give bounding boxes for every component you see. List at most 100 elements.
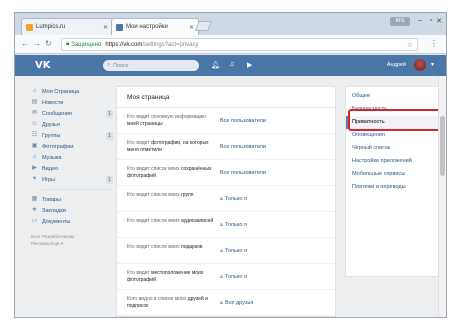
tab-settings[interactable]: Мои настройки ✕ (111, 18, 199, 35)
groups-icon: ☷ (31, 132, 38, 138)
privacy-row: Кто видит список моих групп 🔒︎ Только я (117, 186, 335, 212)
privacy-dropdown[interactable]: 🔒︎ Только я (220, 222, 247, 229)
goods-icon: ▦ (31, 196, 38, 202)
search-placeholder: Поиск (113, 62, 129, 69)
sidebar-item-label: Товары (42, 196, 61, 203)
privacy-question: Кто видит список моих групп (127, 192, 219, 199)
privacy-row: Кто видит список моих подарков 🔒︎ Только я (117, 238, 335, 264)
privacy-dropdown[interactable]: 🔒︎ Только я (220, 196, 247, 203)
privacy-dropdown[interactable]: Все пользователи (220, 144, 266, 150)
lock-icon: 🔒︎ (220, 300, 223, 306)
sidebar-item-label: Документы (42, 218, 71, 225)
privacy-value: Все пользователи (220, 170, 266, 176)
video-icon: ▶ (32, 165, 37, 171)
question-text: Кто видит список моих (127, 192, 181, 198)
tab-label: Lumpics.ru (36, 24, 66, 30)
sidebar-item-label: Видео (42, 165, 59, 172)
settings-menu-item[interactable]: Настройки приложений (346, 155, 444, 168)
privacy-dropdown[interactable]: 🔒︎ Только я (220, 248, 247, 255)
close-icon[interactable]: ✕ (189, 24, 194, 31)
settings-menu-item[interactable]: Мобильные сервисы (346, 168, 444, 181)
privacy-row: Кто видит список моих сохранённых фотогр… (117, 160, 335, 186)
footer-links[interactable]: Блог Разработчикам (31, 233, 115, 240)
close-window-icon[interactable]: ✕ (436, 17, 442, 25)
question-subject: аудиозаписей (180, 218, 214, 224)
sidebar-item-label: Друзья (42, 121, 60, 128)
documents-icon: ▭ (31, 218, 38, 224)
sidebar-item[interactable]: ▤ Новости (31, 97, 115, 108)
search-input[interactable]: ⌕ Поиск (103, 60, 199, 71)
scrollbar-thumb[interactable] (440, 116, 445, 176)
settings-menu-item[interactable]: Платежи и переводы (346, 181, 444, 194)
sidebar-item[interactable]: ✉ Сообщения 1 (31, 108, 115, 119)
privacy-row: Кто видит основную информацию моей стран… (117, 108, 335, 134)
minimize-icon[interactable]: – (418, 17, 422, 24)
avatar[interactable] (414, 59, 426, 71)
sidebar-item[interactable]: ☺ Друзья (31, 119, 115, 130)
user-name[interactable]: Андрей (387, 62, 406, 68)
tab-label: Мои настройки (126, 24, 168, 30)
new-tab-button[interactable] (195, 21, 212, 31)
privacy-question: Кто видит местоположение моих фотографий (127, 270, 219, 283)
privacy-value: Только я (224, 274, 247, 280)
sidebar-item-label: Игры (42, 176, 55, 183)
bell-icon[interactable]: 🔔︎ (211, 61, 220, 69)
question-text: Кто видит список моих (127, 244, 181, 250)
privacy-dropdown[interactable]: Все пользователи (220, 118, 266, 124)
privacy-value: Только я (224, 222, 247, 228)
sidebar-item[interactable]: ▦ Товары (31, 194, 115, 205)
play-icon[interactable]: ▶ (247, 61, 252, 69)
sidebar-item-label: Моя Страница (42, 88, 80, 95)
sidebar: ⌂ Моя Страница ▤ Новости ✉ Сообщения 1 ☺ Друзья ☷… (31, 86, 115, 247)
forward-icon[interactable]: → (33, 39, 41, 48)
secure-label: Защищено (71, 41, 102, 48)
privacy-dropdown[interactable]: 🔒︎ Все друзья (220, 300, 253, 307)
tab-lumpics[interactable]: Lumpics.ru ✕ (21, 18, 113, 35)
sidebar-item[interactable]: ✦ Игры 1 (31, 174, 115, 185)
url-input[interactable]: 🔒︎ Защищено https://vk.com/settings?act=… (61, 38, 418, 51)
titlebar: Lumpics.ru ✕ Мои настройки ✕ ATE – ▫ ✕ (15, 13, 446, 35)
sidebar-item[interactable]: ⌂ Моя Страница (31, 86, 115, 97)
privacy-row: Кто видит список моих аудиозаписей 🔒︎ Толь… (117, 212, 335, 238)
privacy-dropdown[interactable]: Все пользователи (220, 170, 266, 176)
vk-header: VK ⌕ Поиск 🔔︎ ♫ ▶ Андрей ▼ (15, 55, 446, 76)
star-icon[interactable]: ☆ (407, 41, 413, 49)
music-note-icon[interactable]: ♫ (229, 61, 234, 68)
sidebar-item[interactable]: ☷ Группы 1 (31, 130, 115, 141)
sidebar-item[interactable]: ▣ Фотографии (31, 141, 115, 152)
lock-icon: 🔒︎ (66, 41, 70, 47)
privacy-value: Все пользователи (220, 144, 266, 150)
settings-menu-item[interactable]: Чёрный список (346, 142, 444, 155)
search-icon: ⌕ (107, 62, 111, 68)
sidebar-footer: Блог Разработчикам Реклама Ещё ▾ (31, 233, 115, 247)
settings-menu-item[interactable]: Общее (346, 90, 444, 103)
chevron-down-icon[interactable]: ▼ (430, 62, 435, 68)
vk-logo[interactable]: VK (35, 60, 51, 71)
sidebar-item[interactable]: ★ Закладки (31, 205, 115, 216)
privacy-rows: Кто видит основную информацию моей стран… (117, 108, 335, 316)
privacy-row: Кто видит фотографии, на которых меня от… (117, 134, 335, 160)
maximize-icon[interactable]: ▫ (430, 17, 432, 24)
question-subject: групп (180, 192, 194, 198)
profile-chip[interactable]: ATE (390, 17, 410, 26)
back-icon[interactable]: ← (21, 39, 29, 48)
privacy-question: Кто видит основную информацию моей стран… (127, 114, 219, 127)
question-text: Кого видно в списке моих (127, 296, 188, 302)
section-title: Моя страница (117, 87, 335, 108)
sidebar-item[interactable]: ▭ Документы (31, 216, 115, 227)
close-icon[interactable]: ✕ (103, 24, 108, 31)
sidebar-item[interactable]: ♫ Музыка (31, 152, 115, 163)
footer-links[interactable]: Реклама Ещё ▾ (31, 240, 115, 247)
reload-icon[interactable]: ↻ (45, 39, 52, 48)
sidebar-item-label: Музыка (42, 154, 62, 161)
privacy-dropdown[interactable]: 🔒︎ Только я (220, 274, 247, 281)
question-text: Кто видит (127, 270, 152, 276)
scrollbar[interactable] (438, 76, 446, 317)
menu-icon[interactable]: ⋮ (430, 39, 438, 48)
privacy-row: Кто видит местоположение моих фотографий… (117, 264, 335, 290)
url-path: /settings?act=privacy (142, 41, 199, 48)
sidebar-item-label: Фотографии (42, 143, 74, 150)
url-host: https://vk.com (105, 41, 143, 48)
sidebar-item[interactable]: ▶ Видео (31, 163, 115, 174)
photos-icon: ▣ (31, 143, 38, 149)
